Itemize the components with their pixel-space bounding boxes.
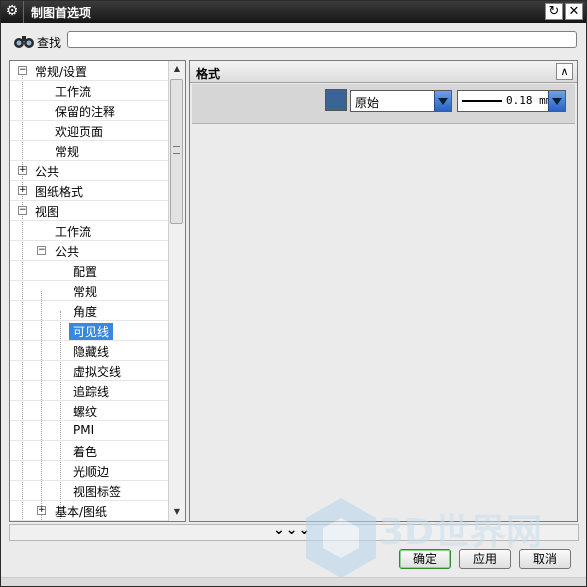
format-section-header[interactable]: 格式 ∧ (190, 61, 577, 83)
tree-item-general[interactable]: 常规 (10, 141, 168, 161)
line-width-value: 0.18 mm (506, 94, 553, 107)
preferences-tree: − 常规/设置 工作流 保留的注释 欢迎页面 常规 + 公共 + 图纸格式 − … (9, 60, 186, 522)
title-bar: ⚙ 制图首选项 ↻ ✕ (1, 1, 586, 23)
chevron-down-icon[interactable] (434, 91, 451, 111)
tree-item-trace-lines[interactable]: 追踪线 (10, 381, 168, 401)
tree-item-common[interactable]: + 公共 (10, 161, 168, 181)
tree-item-retained-annotations[interactable]: 保留的注释 (10, 101, 168, 121)
tree-item-hidden-lines[interactable]: 隐藏线 (10, 341, 168, 361)
expand-icon[interactable]: + (18, 186, 27, 195)
tree-item-label: 螺纹 (73, 405, 98, 419)
tree-item-common-general[interactable]: 常规 (10, 281, 168, 301)
apply-button[interactable]: 应用 (459, 549, 511, 569)
dialog-bottom-edge (1, 577, 586, 586)
chevron-down-icon[interactable] (548, 91, 565, 111)
line-width-dropdown[interactable]: 0.18 mm (457, 90, 566, 112)
line-font-value: 原始 (355, 96, 380, 110)
tree-item-label: PMI (73, 423, 95, 437)
tree-item-label: 虚拟交线 (73, 365, 122, 379)
format-section-title: 格式 (196, 67, 221, 81)
search-label: 查找 (37, 36, 62, 50)
tree-item-label: 光顺边 (73, 465, 110, 479)
ok-button[interactable]: 确定 (399, 549, 451, 569)
collapse-icon[interactable]: − (18, 66, 27, 75)
scroll-thumb[interactable] (170, 79, 183, 224)
tree-item-label: 常规 (73, 285, 98, 299)
line-sample-icon (462, 100, 502, 102)
tree-item-label: 着色 (73, 445, 98, 459)
tree-item-view-common[interactable]: − 公共 (10, 241, 168, 261)
tree-item-base-drawing[interactable]: + 基本/图纸 (10, 501, 168, 521)
tree-item-label: 常规/设置 (35, 65, 88, 79)
gear-icon[interactable]: ⚙ (4, 3, 20, 19)
tree-item-visible-lines[interactable]: 可见线 (10, 321, 168, 341)
search-input[interactable] (67, 31, 577, 48)
cube-logo-icon (306, 498, 376, 578)
tree-item-view-workflow[interactable]: 工作流 (10, 221, 168, 241)
binoculars-icon (14, 36, 34, 48)
tree-item-threads[interactable]: 螺纹 (10, 401, 168, 421)
collapse-icon[interactable]: − (37, 246, 46, 255)
tree-item-general-settings[interactable]: − 常规/设置 (10, 61, 168, 81)
tree-item-sheet-format[interactable]: + 图纸格式 (10, 181, 168, 201)
tree-item-label: 隐藏线 (73, 345, 110, 359)
close-icon[interactable]: ✕ (565, 3, 583, 20)
color-swatch-button[interactable] (325, 89, 347, 111)
tree-item-label: 角度 (73, 305, 98, 319)
tree-item-label: 配置 (73, 265, 98, 279)
tree-item-label: 视图 (35, 205, 60, 219)
reset-icon[interactable]: ↻ (545, 3, 563, 20)
search-row: 查找 (1, 29, 586, 53)
title-separator (23, 1, 24, 23)
chevron-up-icon[interactable]: ∧ (556, 63, 573, 80)
tree-item-welcome-page[interactable]: 欢迎页面 (10, 121, 168, 141)
tree-item-label: 追踪线 (73, 385, 110, 399)
tree-item-pmi[interactable]: PMI (10, 421, 168, 441)
settings-panel: 格式 ∧ 原始 0.18 mm (189, 60, 578, 522)
tree-item-label: 工作流 (55, 225, 92, 239)
expand-icon[interactable]: + (37, 506, 46, 515)
tree-item-label: 图纸格式 (35, 185, 84, 199)
scroll-down-arrow-icon[interactable]: ▼ (169, 504, 185, 520)
tree-item-label: 欢迎页面 (55, 125, 104, 139)
tree-item-label: 保留的注释 (55, 105, 116, 119)
tree-item-label: 常规 (55, 145, 80, 159)
tree-item-configuration[interactable]: 配置 (10, 261, 168, 281)
expand-icon[interactable]: + (18, 166, 27, 175)
tree-item-shading[interactable]: 着色 (10, 441, 168, 461)
tree-item-view-label[interactable]: 视图标签 (10, 481, 168, 501)
tree-item-view[interactable]: − 视图 (10, 201, 168, 221)
scroll-up-arrow-icon[interactable]: ▲ (169, 61, 185, 77)
watermark-text: 3D世界网 (379, 512, 542, 553)
grip-icon (173, 146, 180, 154)
tree-item-virtual-intersections[interactable]: 虚拟交线 (10, 361, 168, 381)
tree-item-workflow[interactable]: 工作流 (10, 81, 168, 101)
line-font-dropdown[interactable]: 原始 (350, 90, 452, 112)
watermark-logo: 3D世界网 (301, 493, 581, 583)
collapse-icon[interactable]: − (18, 206, 27, 215)
tree-vertical-scrollbar[interactable]: ▲ ▼ (168, 61, 185, 521)
drafting-preferences-dialog: ⚙ 制图首选项 ↻ ✕ 查找 − 常规/设置 工作流 保留的注释 欢迎页面 常规… (0, 0, 587, 587)
tree-item-label: 视图标签 (73, 485, 122, 499)
tree-item-label: 工作流 (55, 85, 92, 99)
dialog-title: 制图首选项 (31, 6, 92, 20)
tree-item-label: 公共 (55, 245, 80, 259)
tree-item-label: 公共 (35, 165, 60, 179)
tree-item-label: 可见线 (69, 323, 114, 340)
tree-item-smooth-edges[interactable]: 光顺边 (10, 461, 168, 481)
tree-item-angle[interactable]: 角度 (10, 301, 168, 321)
format-row: 原始 0.18 mm (192, 84, 575, 124)
cancel-button[interactable]: 取消 (519, 549, 571, 569)
tree-item-label: 基本/图纸 (55, 505, 108, 519)
